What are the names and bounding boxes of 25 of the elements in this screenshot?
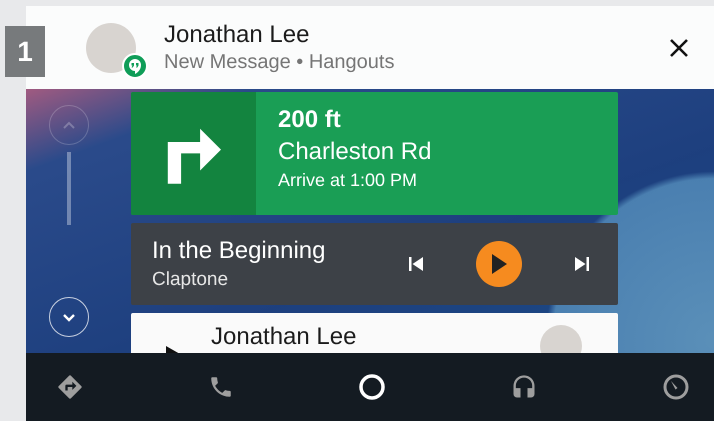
gauge-icon xyxy=(662,373,690,401)
chevron-up-icon xyxy=(62,120,76,130)
step-badge: 1 xyxy=(5,26,45,77)
track-title: In the Beginning xyxy=(152,237,326,265)
chat-quote-icon xyxy=(122,52,148,78)
sender-name: Jonathan Lee xyxy=(164,21,310,49)
previous-track-button[interactable] xyxy=(408,256,424,272)
track-artist: Claptone xyxy=(152,269,230,291)
chevron-down-icon xyxy=(62,312,76,322)
turn-distance: 200 ft xyxy=(278,106,342,134)
arrival-time: Arrive at 1:00 PM xyxy=(278,170,418,191)
skip-next-icon xyxy=(574,256,590,272)
home-circle-icon xyxy=(358,373,386,401)
message-card[interactable]: Jonathan Lee xyxy=(131,313,618,353)
skip-previous-icon xyxy=(408,256,424,272)
notification-subtitle: New Message • Hangouts xyxy=(164,51,396,74)
play-button[interactable] xyxy=(476,241,522,287)
close-icon xyxy=(668,36,690,58)
directions-icon xyxy=(56,373,84,401)
scroll-down-button[interactable] xyxy=(48,297,88,337)
message-sender-name: Jonathan Lee xyxy=(211,323,358,351)
street-name: Charleston Rd xyxy=(278,138,432,166)
play-icon xyxy=(490,253,508,275)
next-track-button[interactable] xyxy=(574,256,590,272)
avatar xyxy=(86,22,136,72)
